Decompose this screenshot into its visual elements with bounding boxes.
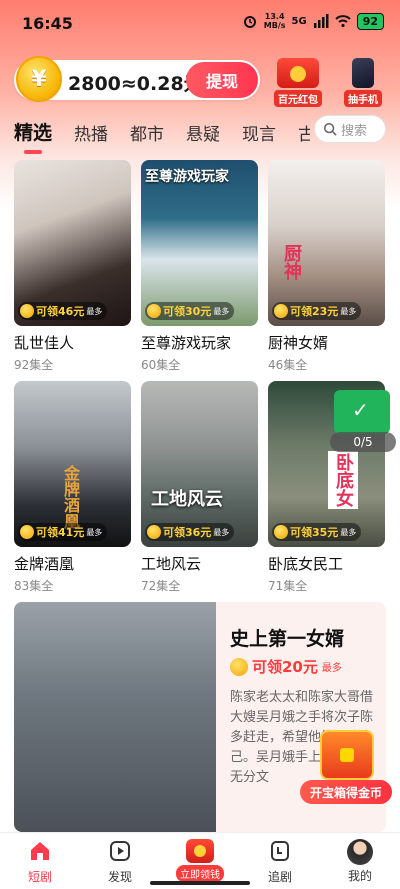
open-treasure-button[interactable]: 开宝箱得金币 xyxy=(300,780,392,804)
reward-tag: 可领23元 最多 xyxy=(272,302,362,320)
home-icon xyxy=(31,842,49,860)
coin-icon xyxy=(147,525,161,539)
poster-title-overlay: 金牌酒凰 xyxy=(61,465,80,529)
episode-count: 92集全 xyxy=(14,358,54,372)
red-packet-icon xyxy=(277,58,319,88)
reward-tag: 可领41元 最多 xyxy=(18,523,108,541)
reward-tag: 可领35元 最多 xyxy=(272,523,362,541)
tab-urban[interactable]: 都市 xyxy=(130,120,164,145)
nav-short-drama[interactable]: 短剧 xyxy=(10,839,70,885)
red-packet-icon xyxy=(186,839,214,863)
promo-red-packet-label: 百元红包 xyxy=(274,90,322,107)
net-speed: 13.4 MB/s xyxy=(263,12,286,30)
promo-red-packet[interactable]: 百元红包 xyxy=(274,58,322,107)
wifi-icon xyxy=(334,15,351,28)
play-square-icon xyxy=(110,841,130,861)
coin-icon xyxy=(20,304,34,318)
home-indicator xyxy=(150,881,250,885)
reward-tag: 可领46元 最多 xyxy=(18,302,108,320)
tab-ancient[interactable]: 古 xyxy=(298,120,310,145)
category-tabs: 精选 热播 都市 悬疑 现言 古 xyxy=(14,118,310,154)
episode-count: 46集全 xyxy=(268,358,308,372)
tab-suspense[interactable]: 悬疑 xyxy=(186,120,220,145)
battery-indicator: 92 xyxy=(356,12,384,30)
nav-profile[interactable]: 我的 xyxy=(330,839,390,884)
search-icon xyxy=(323,122,337,136)
coin-icon xyxy=(147,304,161,318)
avatar xyxy=(347,839,373,865)
tab-hot[interactable]: 热播 xyxy=(74,120,108,145)
nav-discover[interactable]: 发现 xyxy=(90,839,150,885)
treasure-chest-icon xyxy=(320,730,374,780)
drama-title[interactable]: 至尊游戏玩家 xyxy=(141,332,258,353)
drama-card[interactable]: 厨神 可领23元 最多 厨神女婿 46集全 xyxy=(268,160,385,373)
promo-phone[interactable]: 抽手机 xyxy=(344,58,382,107)
coin-icon xyxy=(274,304,288,318)
featured-reward: 可领20元 最多 xyxy=(230,656,342,677)
featured-poster[interactable] xyxy=(14,602,216,832)
bookmark-icon xyxy=(271,841,289,861)
featured-title[interactable]: 史上第一女婿 xyxy=(230,624,344,651)
withdraw-button[interactable]: 提现 xyxy=(186,62,258,98)
status-bar: 16:45 13.4 MB/s 5G 92 xyxy=(0,0,400,48)
poster-title-overlay: 卧底女 xyxy=(328,451,358,509)
drama-poster[interactable]: 可领46元 最多 xyxy=(14,160,131,326)
episode-count: 72集全 xyxy=(141,579,181,593)
treasure-chest-widget[interactable]: 开宝箱得金币 xyxy=(300,730,392,808)
drama-title[interactable]: 卧底女民工 xyxy=(268,553,385,574)
drama-title[interactable]: 乱世佳人 xyxy=(14,332,131,353)
episode-count: 60集全 xyxy=(141,358,181,372)
nav-claim-money[interactable]: 立即领钱 xyxy=(170,839,230,882)
signal-label: 5G xyxy=(291,15,307,27)
drama-card[interactable]: 金牌酒凰 可领41元 最多 金牌酒凰 83集全 xyxy=(14,381,131,594)
poster-title-overlay: 至尊游戏玩家 xyxy=(145,169,229,185)
phone-icon xyxy=(352,58,374,88)
tab-romance[interactable]: 现言 xyxy=(242,120,276,145)
floating-task-badge[interactable]: 0/5 xyxy=(330,390,398,452)
drama-poster[interactable]: 厨神 可领23元 最多 xyxy=(268,160,385,326)
drama-card[interactable]: 可领46元 最多 乱世佳人 92集全 xyxy=(14,160,131,373)
drama-poster[interactable]: 工地风云 可领36元 最多 xyxy=(141,381,258,547)
coin-icon xyxy=(20,525,34,539)
drama-title[interactable]: 工地风云 xyxy=(141,553,258,574)
search-button[interactable]: 搜索 xyxy=(314,115,386,143)
drama-title[interactable]: 厨神女婿 xyxy=(268,332,385,353)
coin-balance-bar[interactable]: ¥ 2800≈0.28元 提现 xyxy=(14,56,260,102)
gold-coin-icon: ¥ xyxy=(16,56,62,102)
drama-card[interactable]: 至尊游戏玩家 可领30元 最多 至尊游戏玩家 60集全 xyxy=(141,160,258,373)
drama-poster[interactable]: 金牌酒凰 可领41元 最多 xyxy=(14,381,131,547)
reward-tag: 可领30元 最多 xyxy=(145,302,235,320)
promo-phone-label: 抽手机 xyxy=(344,90,382,107)
drama-card[interactable]: 工地风云 可领36元 最多 工地风云 72集全 xyxy=(141,381,258,594)
poster-title-overlay: 工地风云 xyxy=(151,489,223,510)
episode-count: 71集全 xyxy=(268,579,308,593)
coin-balance-text: 2800≈0.28元 xyxy=(68,73,203,95)
coin-icon xyxy=(230,657,248,676)
status-time: 16:45 xyxy=(22,14,73,33)
nav-following[interactable]: 追剧 xyxy=(250,839,310,885)
drama-poster[interactable]: 至尊游戏玩家 可领30元 最多 xyxy=(141,160,258,326)
reward-tag: 可领36元 最多 xyxy=(145,523,235,541)
poster-title-overlay: 厨神 xyxy=(281,244,302,280)
search-placeholder: 搜索 xyxy=(341,123,368,139)
episode-count: 83集全 xyxy=(14,579,54,593)
task-progress: 0/5 xyxy=(330,432,396,452)
check-icon xyxy=(334,390,390,434)
status-icons: 13.4 MB/s 5G 92 xyxy=(242,12,384,30)
alarm-icon xyxy=(243,16,256,28)
signal-icon xyxy=(313,14,329,28)
tab-featured[interactable]: 精选 xyxy=(14,118,52,154)
coin-icon xyxy=(274,525,288,539)
drama-title[interactable]: 金牌酒凰 xyxy=(14,553,131,574)
